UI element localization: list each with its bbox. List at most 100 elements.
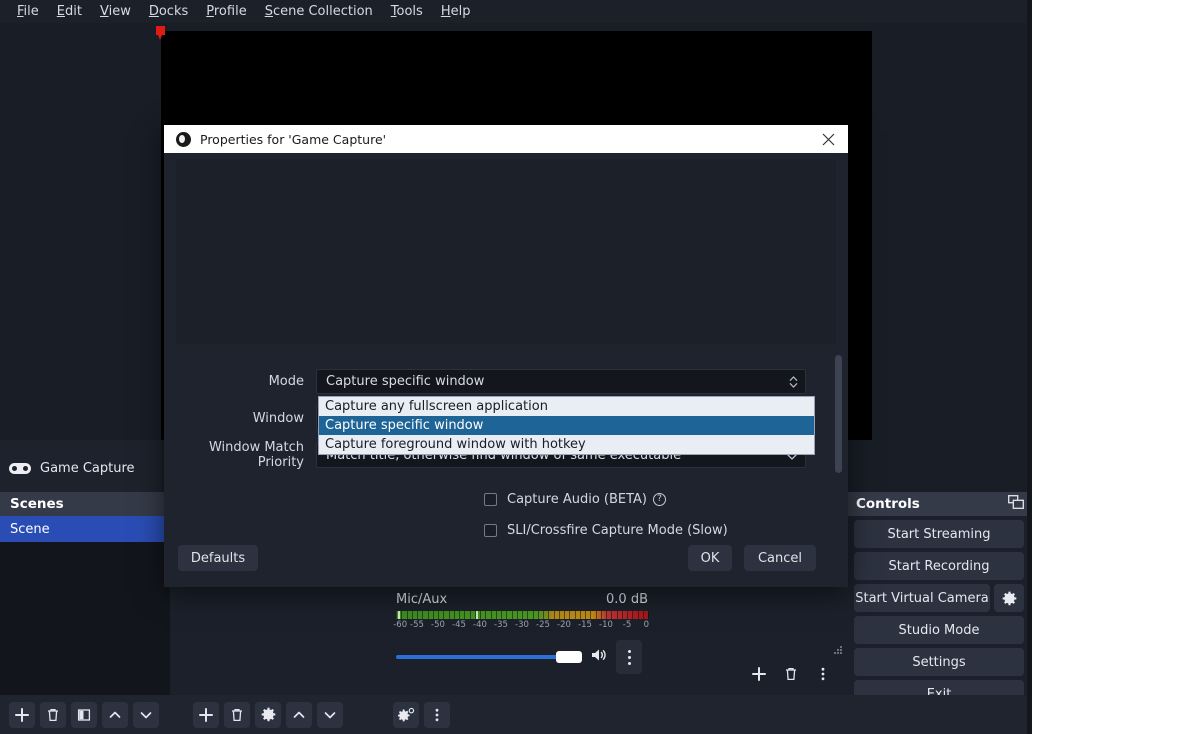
- desktop-background: [1032, 0, 1200, 734]
- chevron-updown-icon: [789, 374, 798, 394]
- toolbar-filler: [474, 695, 1032, 734]
- meter-scale-tick: -30: [515, 620, 529, 630]
- transition-menu-icon[interactable]: [810, 661, 836, 687]
- start-recording-label: Start Recording: [888, 558, 990, 574]
- meter-scale-tick: -40: [473, 620, 487, 630]
- dialog-preview-area: [176, 159, 836, 344]
- mixer-level-db: 0.0 dB: [606, 592, 648, 607]
- gamepad-icon: [9, 462, 31, 474]
- mode-combobox[interactable]: Capture specific window: [316, 368, 806, 394]
- ok-button[interactable]: OK: [688, 545, 732, 571]
- speaker-icon[interactable]: [590, 647, 608, 667]
- move-scene-up-button[interactable]: [102, 701, 128, 728]
- add-scene-button[interactable]: [9, 701, 35, 728]
- gear-icon[interactable]: [994, 584, 1024, 612]
- help-icon[interactable]: ?: [653, 493, 667, 506]
- sli-crossfire-label: SLI/Crossfire Capture Mode (Slow): [507, 523, 728, 538]
- meter-scale-tick: -15: [578, 620, 592, 630]
- scenes-list[interactable]: Scene: [0, 516, 170, 708]
- advanced-audio-properties-icon[interactable]: [393, 701, 419, 728]
- dialog-scrollbar[interactable]: [835, 355, 842, 473]
- sli-crossfire-checkbox[interactable]: [484, 524, 497, 537]
- move-source-up-button[interactable]: [286, 701, 312, 728]
- defaults-label: Defaults: [190, 550, 246, 566]
- remove-source-button[interactable]: [224, 701, 250, 728]
- mixer-channel: Mic/Aux 0.0 dB -60 -55 -50 -45 -40 -35 -30 -25-…: [393, 592, 650, 674]
- dropdown-option-1[interactable]: Capture specific window: [319, 416, 814, 435]
- controls-header: Controls: [846, 492, 1032, 516]
- meter-scale-tick: 0: [643, 620, 650, 630]
- controls-title: Controls: [856, 496, 920, 512]
- meter-scale-tick: -45: [452, 620, 466, 630]
- dialog-title: Properties for 'Game Capture': [200, 131, 387, 147]
- mode-label: Mode: [268, 373, 304, 389]
- scene-filters-button[interactable]: [71, 701, 97, 728]
- studio-mode-button[interactable]: Studio Mode: [854, 616, 1024, 644]
- remove-scene-button[interactable]: [40, 701, 66, 728]
- capture-audio-checkbox-row[interactable]: Capture Audio (BETA) ?: [484, 492, 667, 507]
- dropdown-option-0[interactable]: Capture any fullscreen application: [319, 397, 814, 416]
- meter-scale-tick: -55: [410, 620, 424, 630]
- resize-grip[interactable]: [834, 646, 843, 655]
- volume-meter: [396, 611, 649, 619]
- move-scene-down-button[interactable]: [133, 701, 159, 728]
- remove-transition-button[interactable]: [778, 661, 804, 687]
- settings-button[interactable]: Settings: [854, 648, 1024, 676]
- start-streaming-button[interactable]: Start Streaming: [854, 520, 1024, 548]
- menu-bar: File Edit View Docks Profile Scene Colle…: [0, 0, 1032, 23]
- sources-toolbar: [184, 695, 384, 734]
- menu-view[interactable]: View: [91, 1, 140, 22]
- scenes-toolbar: [0, 695, 184, 734]
- close-icon[interactable]: [818, 129, 838, 149]
- menu-tools[interactable]: Tools: [382, 1, 432, 22]
- meter-scale: -60 -55 -50 -45 -40 -35 -30 -25 -20 -15 -10 -5 0: [393, 620, 650, 633]
- mode-value: Capture specific window: [326, 373, 485, 389]
- scenes-header: Scenes: [0, 492, 170, 516]
- move-source-down-button[interactable]: [317, 701, 343, 728]
- dropdown-option-label: Capture any fullscreen application: [325, 399, 548, 414]
- add-transition-button[interactable]: [746, 661, 772, 687]
- menu-help[interactable]: Help: [432, 1, 480, 22]
- dropdown-option-label: Capture foreground window with hotkey: [325, 437, 586, 452]
- menu-docks[interactable]: Docks: [140, 1, 197, 22]
- capture-audio-checkbox[interactable]: [484, 493, 497, 506]
- meter-scale-tick: -10: [599, 620, 613, 630]
- scene-item-scene[interactable]: Scene: [0, 516, 170, 542]
- volume-slider[interactable]: [396, 649, 582, 665]
- mixer-channel-menu-icon[interactable]: [616, 640, 642, 674]
- dropdown-option-2[interactable]: Capture foreground window with hotkey: [319, 435, 814, 454]
- dialog-titlebar[interactable]: Properties for 'Game Capture': [164, 125, 848, 153]
- sli-crossfire-checkbox-row[interactable]: SLI/Crossfire Capture Mode (Slow): [484, 523, 728, 538]
- menu-file[interactable]: File: [8, 1, 48, 22]
- meter-scale-tick: -5: [622, 620, 632, 630]
- capture-audio-label: Capture Audio (BETA): [507, 492, 648, 507]
- studio-mode-label: Studio Mode: [898, 622, 980, 638]
- defaults-button[interactable]: Defaults: [178, 545, 258, 571]
- cancel-button[interactable]: Cancel: [744, 545, 816, 571]
- menu-profile[interactable]: Profile: [197, 1, 255, 22]
- form-row-mode: Mode Capture specific window: [164, 367, 848, 395]
- cancel-label: Cancel: [757, 550, 803, 566]
- cursor-marker: [156, 26, 165, 40]
- add-source-button[interactable]: [193, 701, 219, 728]
- source-item-label: Game Capture: [40, 460, 135, 476]
- mixer-menu-icon[interactable]: [424, 701, 450, 728]
- start-recording-button[interactable]: Start Recording: [854, 552, 1024, 580]
- meter-scale-tick: -25: [536, 620, 550, 630]
- menu-edit[interactable]: Edit: [48, 1, 91, 22]
- settings-label: Settings: [912, 654, 966, 670]
- float-dock-icon[interactable]: [1008, 495, 1024, 513]
- mode-dropdown-list[interactable]: Capture any fullscreen application Captur…: [318, 396, 815, 455]
- menu-scene-collection[interactable]: Scene Collection: [256, 1, 382, 22]
- list-item[interactable]: Game Capture: [0, 446, 162, 490]
- mixer-channel-name: Mic/Aux: [396, 592, 448, 607]
- volume-slider-handle[interactable]: [556, 651, 582, 663]
- source-properties-gear-icon[interactable]: [255, 701, 281, 728]
- dropdown-option-label: Capture specific window: [325, 418, 484, 433]
- properties-dialog: Properties for 'Game Capture' Mode Captu…: [164, 125, 848, 587]
- start-virtual-camera-button[interactable]: Start Virtual Camera: [854, 584, 990, 612]
- obs-studio-window: File Edit View Docks Profile Scene Colle…: [0, 0, 1032, 734]
- ok-label: OK: [700, 550, 720, 566]
- start-virtual-camera-label: Start Virtual Camera: [855, 590, 989, 606]
- window-label: Window: [252, 410, 304, 426]
